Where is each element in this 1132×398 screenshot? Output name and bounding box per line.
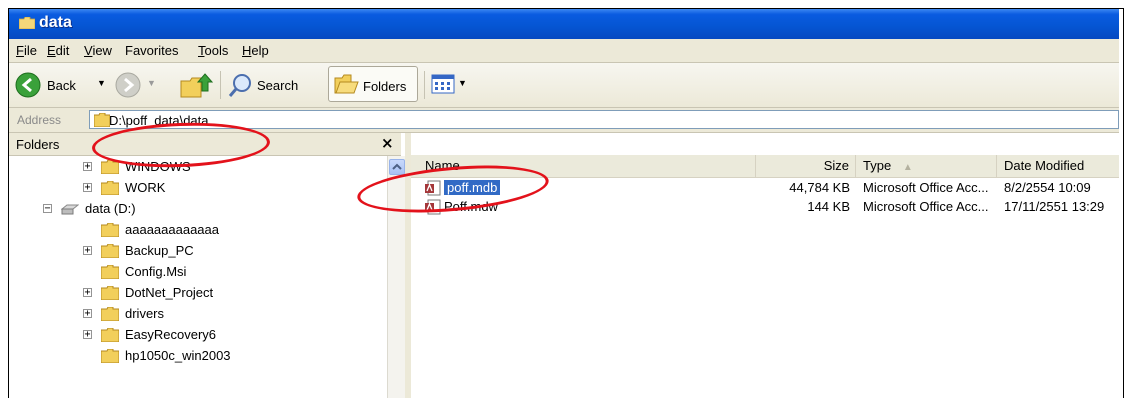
- folder-icon: [101, 286, 119, 300]
- search-button[interactable]: Search: [227, 70, 323, 100]
- tree-item-label: aaaaaaaaaaaaa: [125, 222, 219, 237]
- tree-item[interactable]: − data (D:): [9, 200, 385, 220]
- forward-button[interactable]: ▼: [115, 70, 175, 100]
- column-name[interactable]: Name: [411, 155, 756, 177]
- menu-view[interactable]: View: [84, 43, 112, 58]
- menu-favorites[interactable]: Favorites: [125, 43, 178, 58]
- tree-item-label: drivers: [125, 306, 165, 321]
- folder-icon: [101, 349, 119, 363]
- close-icon[interactable]: ×: [381, 134, 394, 152]
- folder-icon: [101, 265, 119, 279]
- tree-item-label: hp1050c_win2003: [125, 348, 231, 363]
- folder-tree: + WINDOWS + WORK − data (D:) aaaaaaaaaaaaa + Bac…: [9, 156, 387, 398]
- search-label: Search: [257, 78, 299, 93]
- column-size[interactable]: Size: [756, 155, 856, 177]
- column-type-label: Type: [863, 158, 892, 173]
- chevron-down-icon[interactable]: ▼: [147, 78, 156, 88]
- file-date: 8/2/2554 10:09: [1004, 180, 1091, 195]
- tree-item-label: WORK: [125, 180, 166, 195]
- sort-ascending-icon: ▲: [902, 162, 913, 173]
- access-file-icon: [425, 199, 441, 215]
- folder-icon: [101, 223, 119, 237]
- menu-tools[interactable]: Tools: [198, 43, 228, 58]
- file-type: Microsoft Office Acc...: [863, 180, 989, 195]
- toolbar-separator: [424, 71, 425, 99]
- up-folder-icon[interactable]: [179, 71, 213, 99]
- expand-icon[interactable]: +: [83, 162, 92, 172]
- folders-label: Folders: [363, 79, 407, 94]
- folder-icon: [101, 328, 119, 342]
- toolbar-separator: [220, 71, 221, 99]
- folder-icon: [94, 113, 110, 127]
- chevron-down-icon[interactable]: ▼: [458, 78, 467, 88]
- folder-icon: [19, 17, 35, 29]
- tree-item[interactable]: + EasyRecovery6: [9, 326, 385, 346]
- tree-item[interactable]: Config.Msi: [9, 263, 385, 283]
- tree-item-label: Config.Msi: [125, 264, 187, 279]
- back-label: Back: [47, 78, 76, 93]
- expand-icon[interactable]: +: [83, 330, 92, 340]
- tree-item[interactable]: aaaaaaaaaaaaa: [9, 221, 385, 241]
- search-icon: [228, 74, 251, 97]
- back-arrow-icon: [15, 72, 41, 98]
- file-row[interactable]: Poff.mdw 144 KB Microsoft Office Acc... 17/…: [411, 198, 1119, 217]
- back-button[interactable]: Back ▼: [15, 70, 125, 100]
- menu-edit[interactable]: Edit: [47, 43, 69, 58]
- tree-item[interactable]: hp1050c_win2003: [9, 347, 385, 367]
- menu-file[interactable]: File: [16, 43, 37, 58]
- forward-arrow-icon: [115, 72, 141, 98]
- expand-icon[interactable]: +: [83, 246, 92, 256]
- folder-icon: [101, 181, 119, 195]
- expand-icon[interactable]: +: [83, 183, 92, 193]
- chevron-up-icon: [392, 163, 402, 170]
- file-date: 17/11/2551 13:29: [1004, 199, 1105, 214]
- tree-item[interactable]: + WINDOWS: [9, 158, 385, 178]
- toolbar: Back ▼ ▼ Search Folders ▼: [9, 63, 1119, 108]
- scroll-up-button[interactable]: [389, 159, 405, 175]
- drive-icon: [61, 204, 79, 215]
- column-date-modified[interactable]: Date Modified: [997, 155, 1119, 177]
- expand-icon[interactable]: +: [83, 309, 92, 319]
- access-file-icon: [425, 180, 441, 196]
- collapse-icon[interactable]: −: [43, 204, 52, 214]
- tree-item[interactable]: + WORK: [9, 179, 385, 199]
- tree-item-label: Backup_PC: [125, 243, 194, 258]
- folders-icon: [334, 74, 359, 94]
- explorer-window: data File Edit View Favorites Tools Help…: [9, 9, 1119, 398]
- file-list-header: Name Size Type ▲ Date Modified: [411, 155, 1119, 178]
- folder-icon: [101, 307, 119, 321]
- folder-tree-scrollbar[interactable]: [387, 156, 406, 398]
- address-value: D:\poff_data\data: [109, 113, 209, 128]
- folder-icon: [101, 244, 119, 258]
- expand-icon[interactable]: +: [83, 288, 92, 298]
- tree-item-label: DotNet_Project: [125, 285, 214, 300]
- tree-item[interactable]: + DotNet_Project: [9, 284, 385, 304]
- views-button[interactable]: ▼: [431, 73, 471, 97]
- menu-bar: File Edit View Favorites Tools Help: [9, 39, 1119, 63]
- window-title: data: [39, 14, 72, 31]
- address-label: Address: [17, 113, 62, 127]
- file-name: poff.mdb: [444, 180, 501, 195]
- folder-icon: [101, 160, 119, 174]
- file-size: 144 KB: [807, 199, 850, 214]
- tree-item[interactable]: + drivers: [9, 305, 385, 325]
- tree-item-label: WINDOWS: [125, 159, 191, 174]
- file-type: Microsoft Office Acc...: [863, 199, 989, 214]
- file-size: 44,784 KB: [789, 180, 850, 195]
- file-name: Poff.mdw: [444, 199, 498, 214]
- column-type[interactable]: Type ▲: [856, 155, 997, 177]
- tree-item[interactable]: + Backup_PC: [9, 242, 385, 262]
- menu-help[interactable]: Help: [242, 43, 269, 58]
- folders-pane-header: Folders ×: [9, 133, 401, 156]
- address-bar: Address D:\poff_data\data: [9, 108, 1119, 133]
- folders-button[interactable]: Folders: [328, 66, 418, 102]
- chevron-down-icon[interactable]: ▼: [97, 78, 106, 88]
- address-input[interactable]: [89, 110, 1119, 129]
- tree-item-label: data (D:): [85, 201, 136, 216]
- views-icon: [431, 74, 455, 94]
- tree-item-label: EasyRecovery6: [125, 327, 217, 342]
- file-row[interactable]: poff.mdb 44,784 KB Microsoft Office Acc...…: [411, 179, 1119, 198]
- title-bar[interactable]: data: [9, 9, 1119, 39]
- folders-pane-title: Folders: [16, 137, 60, 152]
